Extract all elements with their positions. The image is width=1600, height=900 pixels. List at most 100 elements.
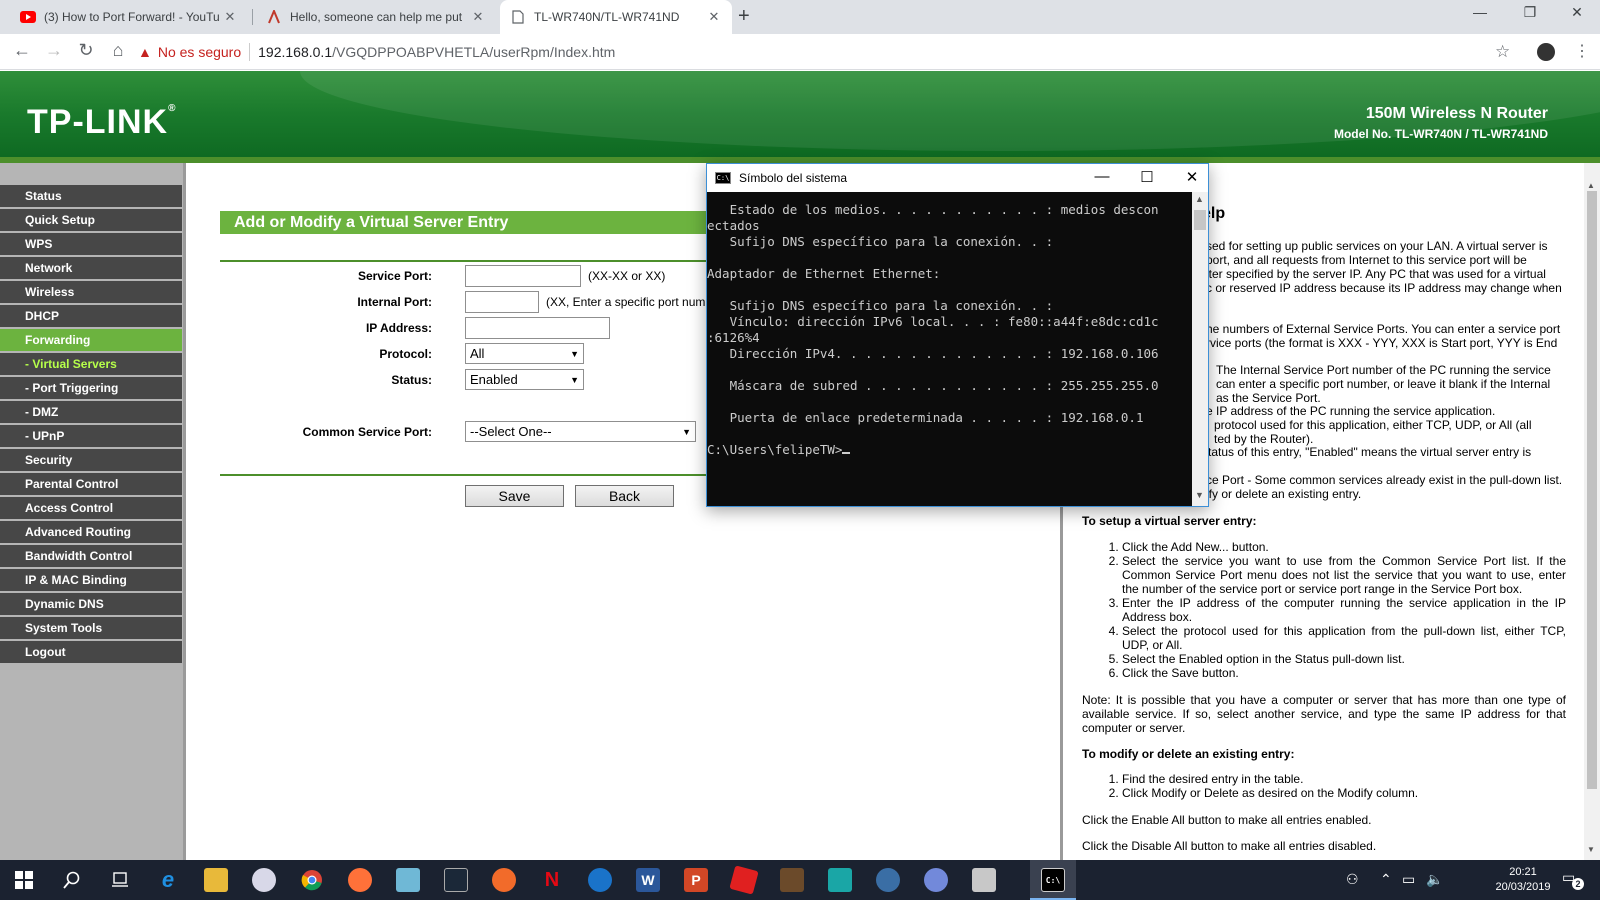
paint-icon[interactable] [252,868,276,892]
netflix-icon[interactable]: N [540,868,564,892]
file-explorer-icon[interactable] [204,868,228,892]
close-icon[interactable]: ✕ [1172,168,1212,186]
roblox-icon[interactable] [729,865,759,895]
network-icon[interactable]: ▭ [1402,871,1415,888]
bookmark-star-icon[interactable]: ☆ [1495,42,1510,62]
sidebar-item-dynamic-dns[interactable]: Dynamic DNS [0,593,182,615]
people-icon[interactable]: ⚇ [1346,871,1359,888]
browser-toolbar: ← → ↻ ⌂ ▲ No es seguro 192.168.0.1/VGQDP… [0,34,1600,70]
sidebar-item-network[interactable]: Network [0,257,182,279]
monitor-app-icon[interactable] [828,868,852,892]
sidebar-item-ip-mac-binding[interactable]: IP & MAC Binding [0,569,182,591]
uplay-icon[interactable] [588,868,612,892]
windows-start-icon[interactable] [12,868,36,892]
tab-router[interactable]: TL-WR740N/TL-WR741ND ✕ [500,0,732,34]
list-item: Click the Add New... button. [1122,540,1566,554]
sidebar-item-bandwidth-control[interactable]: Bandwidth Control [0,545,182,567]
scroll-thumb[interactable] [1194,210,1206,230]
app-icon[interactable] [396,868,420,892]
sidebar-item-port-triggering[interactable]: - Port Triggering [0,377,182,399]
sidebar-item-parental-control[interactable]: Parental Control [0,473,182,495]
sidebar-item-upnp[interactable]: - UPnP [0,425,182,447]
search-icon[interactable] [60,868,84,892]
close-window-icon[interactable]: ✕ [1554,4,1600,21]
tab-youtube[interactable]: (3) How to Port Forward! - YouTu ✕ [10,0,248,34]
sidebar-item-system-tools[interactable]: System Tools [0,617,182,639]
origin-icon[interactable] [492,868,516,892]
sidebar-item-quick-setup[interactable]: Quick Setup [0,209,182,231]
protocol-select[interactable]: All ▼ [465,343,584,364]
help-intro: sed for setting up public services on yo… [1206,239,1562,295]
sidebar-item-forwarding[interactable]: Forwarding [0,329,182,351]
powerpoint-icon[interactable]: P [684,868,708,892]
clock[interactable]: 20:21 20/03/2019 [1488,865,1558,895]
close-tab-icon[interactable]: ✕ [222,9,238,25]
close-tab-icon[interactable]: ✕ [470,9,486,25]
minimize-icon[interactable]: — [1082,168,1122,185]
maximize-icon[interactable]: ☐ [1127,168,1167,186]
tab-forum[interactable]: Hello, someone can help me put ✕ [256,0,496,34]
word-icon[interactable]: W [636,868,660,892]
help-disable-all: Click the Disable All button to make all… [1082,839,1377,853]
teamspeak-icon[interactable] [876,868,900,892]
cmd-scrollbar[interactable]: ▲ ▼ [1192,192,1208,506]
steam-icon[interactable] [444,868,468,892]
volume-icon[interactable]: 🔈 [1426,871,1443,888]
tab-title: (3) How to Port Forward! - YouTu [44,10,220,24]
sidebar-item-virtual-servers[interactable]: - Virtual Servers [0,353,182,375]
task-view-icon[interactable] [108,868,132,892]
scroll-down-icon[interactable]: ▼ [1587,845,1595,854]
firefox-icon[interactable] [348,868,372,892]
scroll-up-icon[interactable]: ▲ [1587,181,1595,190]
help-ip-address: e IP address of the PC running the servi… [1206,404,1496,418]
forum-icon [266,9,282,25]
sidebar-item-dmz[interactable]: - DMZ [0,401,182,423]
chevron-up-icon[interactable]: ⌃ [1380,871,1392,888]
windows-taskbar: e N W P C:\ ⚇ ⌃ ▭ 🔈 20:21 20/03/2019 ▭ 2 [0,860,1600,900]
sidebar-item-security[interactable]: Security [0,449,182,471]
scroll-thumb[interactable] [1587,191,1597,789]
back-arrow-icon[interactable]: ← [10,40,34,61]
chrome-icon[interactable] [300,868,324,892]
youtube-icon [20,9,36,25]
menu-dots-icon[interactable]: ⋮ [1574,41,1590,61]
help-scrollbar[interactable]: ▲ ▼ [1584,163,1600,860]
reload-icon[interactable]: ↻ [74,40,98,61]
security-label[interactable]: No es seguro [158,44,241,60]
status-select[interactable]: Enabled ▼ [465,369,584,390]
cmd-taskbar-button[interactable]: C:\ [1030,860,1076,900]
service-port-input[interactable] [465,265,581,287]
back-button[interactable]: Back [575,485,674,507]
close-tab-icon[interactable]: ✕ [706,9,722,25]
cmd-console[interactable]: Estado de los medios. . . . . . . . . . … [707,192,1191,506]
service-port-label: Service Port: [357,269,432,283]
sidebar-item-advanced-routing[interactable]: Advanced Routing [0,521,182,543]
internal-port-input[interactable] [465,291,539,313]
minimize-icon[interactable]: — [1457,4,1503,20]
save-button[interactable]: Save [465,485,564,507]
minecraft-icon[interactable] [780,868,804,892]
discord-icon[interactable] [924,868,948,892]
sidebar-item-wireless[interactable]: Wireless [0,281,182,303]
sidebar-item-dhcp[interactable]: DHCP [0,305,182,327]
image-app-icon[interactable] [972,868,996,892]
notification-icon[interactable]: ▭ 2 [1562,869,1584,891]
home-icon[interactable]: ⌂ [106,40,130,61]
address-bar[interactable]: ▲ No es seguro 192.168.0.1/VGQDPPOABPVHE… [138,38,1508,66]
sidebar-item-wps[interactable]: WPS [0,233,182,255]
scroll-up-icon[interactable]: ▲ [1195,194,1204,204]
command-prompt-window[interactable]: C:\ Símbolo del sistema — ☐ ✕ Estado de … [706,163,1209,507]
internet-explorer-icon[interactable]: e [156,867,180,892]
url-path: /VGQDPPOABPVHETLA/userRpm/Index.htm [332,44,616,60]
scroll-down-icon[interactable]: ▼ [1195,490,1204,500]
sidebar-item-logout[interactable]: Logout [0,641,182,663]
new-tab-icon[interactable]: + [738,5,750,28]
sidebar-item-access-control[interactable]: Access Control [0,497,182,519]
cmd-title-bar[interactable]: C:\ Símbolo del sistema — ☐ ✕ [707,164,1208,192]
sidebar-item-status[interactable]: Status [0,185,182,207]
ip-address-input[interactable] [465,317,610,339]
profile-avatar[interactable] [1537,43,1555,61]
common-service-port-select[interactable]: --Select One-- ▼ [465,421,696,442]
forward-arrow-icon[interactable]: → [42,40,66,61]
restore-icon[interactable]: ❐ [1507,4,1553,21]
